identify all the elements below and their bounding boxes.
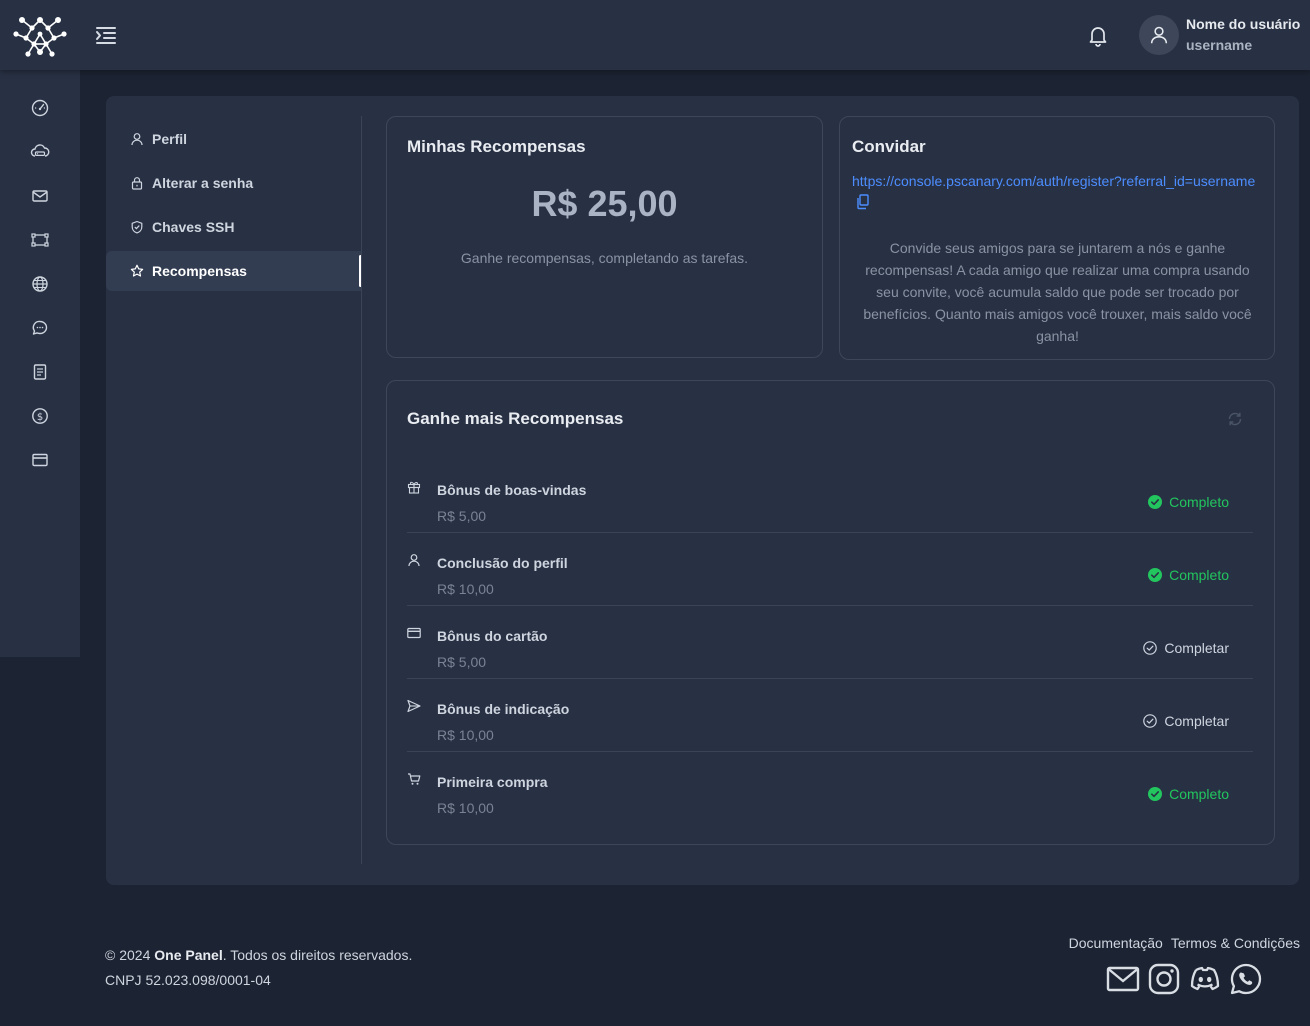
task-status-complete: Completo [1148,786,1229,802]
task-name: Bônus do cartão [437,628,548,644]
cart-icon [408,773,421,785]
task-value: R$ 10,00 [437,727,494,743]
sidebar: $ [0,70,80,657]
invite-panel: Convidar https://console.pscanary.com/au… [839,116,1275,360]
social-links [1106,962,1266,996]
nav-item-recompensas[interactable]: Recompensas [106,251,362,291]
rewards-hint: Ganhe recompensas, completando as tarefa… [460,250,749,266]
copyright-prefix: © 2024 [105,947,155,963]
user-icon [408,554,420,567]
task-status-complete: Completo [1148,567,1229,583]
invite-description: Convide seus amigos para se juntarem a n… [863,240,1252,344]
chat-icon[interactable] [30,318,50,338]
bell-icon[interactable] [1086,23,1110,47]
refresh-icon[interactable] [1226,410,1244,428]
task-value: R$ 10,00 [437,800,494,816]
task-row: Conclusão do perfil R$ 10,00 Completo [407,533,1253,606]
gift-icon [407,481,421,494]
send-icon [407,699,421,713]
cloud-server-icon[interactable] [30,142,50,162]
copy-icon[interactable] [856,194,870,210]
documentation-link[interactable]: Documentação [1069,935,1163,951]
copyright-suffix: . Todos os direitos reservados. [222,947,413,963]
nav-item-perfil[interactable]: Perfil [106,119,362,159]
discord-icon[interactable] [1188,962,1222,996]
nav-item-label: Recompensas [152,263,247,279]
task-value: R$ 10,00 [437,581,494,597]
mail-icon[interactable] [1106,962,1140,996]
shield-icon [131,220,143,234]
task-name: Bônus de boas-vindas [437,482,587,498]
task-status-label: Completo [1169,494,1229,510]
task-value: R$ 5,00 [437,508,487,524]
check-circle-outline-icon [1143,714,1158,728]
star-icon [130,264,144,277]
user-icon [131,133,143,146]
task-row: Bônus de indicação R$ 10,00 Completar [407,679,1253,752]
rewards-title: Minhas Recompensas [407,137,586,156]
task-value: R$ 5,00 [437,654,487,670]
brand-name: One Panel [154,947,223,963]
task-row: Bônus de boas-vindas R$ 5,00 Completo [407,460,1253,533]
invite-title: Convidar [852,137,926,156]
earn-rewards-title: Ganhe mais Recompensas [407,409,624,428]
footer-cnpj: CNPJ 52.023.098/0001-04 [105,972,271,988]
avatar[interactable] [1139,15,1179,55]
user-username[interactable]: username [1186,37,1252,53]
terms-link[interactable]: Termos & Condições [1171,935,1300,951]
task-name: Bônus de indicação [437,701,570,717]
mail-icon[interactable] [30,186,50,206]
rewards-panel: Minhas Recompensas R$ 25,00 Ganhe recomp… [386,116,823,358]
top-bar: Nome do usuário username [0,0,1310,70]
svg-text:$: $ [37,412,43,423]
globe-icon[interactable] [30,274,50,294]
document-icon[interactable] [30,362,50,382]
nav-item-label: Alterar a senha [152,175,254,191]
task-status-label: Completo [1169,567,1229,583]
nav-divider [361,116,362,864]
earn-rewards-panel: Ganhe mais Recompensas Bônus de boas-vin… [386,380,1275,845]
lock-icon [131,177,143,190]
footer-copyright: © 2024 One Panel. Todos os direitos rese… [105,947,412,963]
task-row: Primeira compra R$ 10,00 Completo [407,752,1253,825]
dashboard-icon[interactable] [30,98,50,118]
nav-item-label: Chaves SSH [152,219,235,235]
user-display-name[interactable]: Nome do usuário [1186,16,1300,32]
check-circle-icon [1148,568,1163,582]
instagram-icon[interactable] [1147,962,1181,996]
nav-item-chaves-ssh[interactable]: Chaves SSH [106,207,362,247]
check-circle-icon [1148,495,1163,509]
task-row: Bônus do cartão R$ 5,00 Completar [407,606,1253,679]
credit-card-icon [407,627,421,639]
dollar-icon[interactable]: $ [30,406,50,426]
task-name: Primeira compra [437,774,548,790]
credit-card-icon[interactable] [30,450,50,470]
footer-links: Documentação Termos & Condições [1069,935,1300,951]
nav-item-label: Perfil [152,131,188,147]
settings-card: Perfil Alterar a senha Chaves SSH Recomp… [106,96,1299,885]
check-circle-icon [1148,787,1163,801]
task-status-label: Completo [1169,786,1229,802]
task-complete-button[interactable]: Completar [1143,713,1229,729]
menu-toggle-icon[interactable] [94,24,118,46]
user-icon [1150,26,1168,44]
check-circle-outline-icon [1143,641,1158,655]
task-status-label: Completar [1164,713,1229,729]
task-status-complete: Completo [1148,494,1229,510]
task-status-label: Completar [1164,640,1229,656]
rewards-balance: R$ 25,00 [531,183,678,224]
task-name: Conclusão do perfil [437,555,568,571]
task-complete-button[interactable]: Completar [1143,640,1229,656]
nodes-icon[interactable] [30,230,50,250]
logo-icon[interactable] [12,10,68,60]
invite-link[interactable]: https://console.pscanary.com/auth/regist… [852,173,1255,189]
nav-item-alterar-senha[interactable]: Alterar a senha [106,163,362,203]
whatsapp-icon[interactable] [1229,962,1263,996]
